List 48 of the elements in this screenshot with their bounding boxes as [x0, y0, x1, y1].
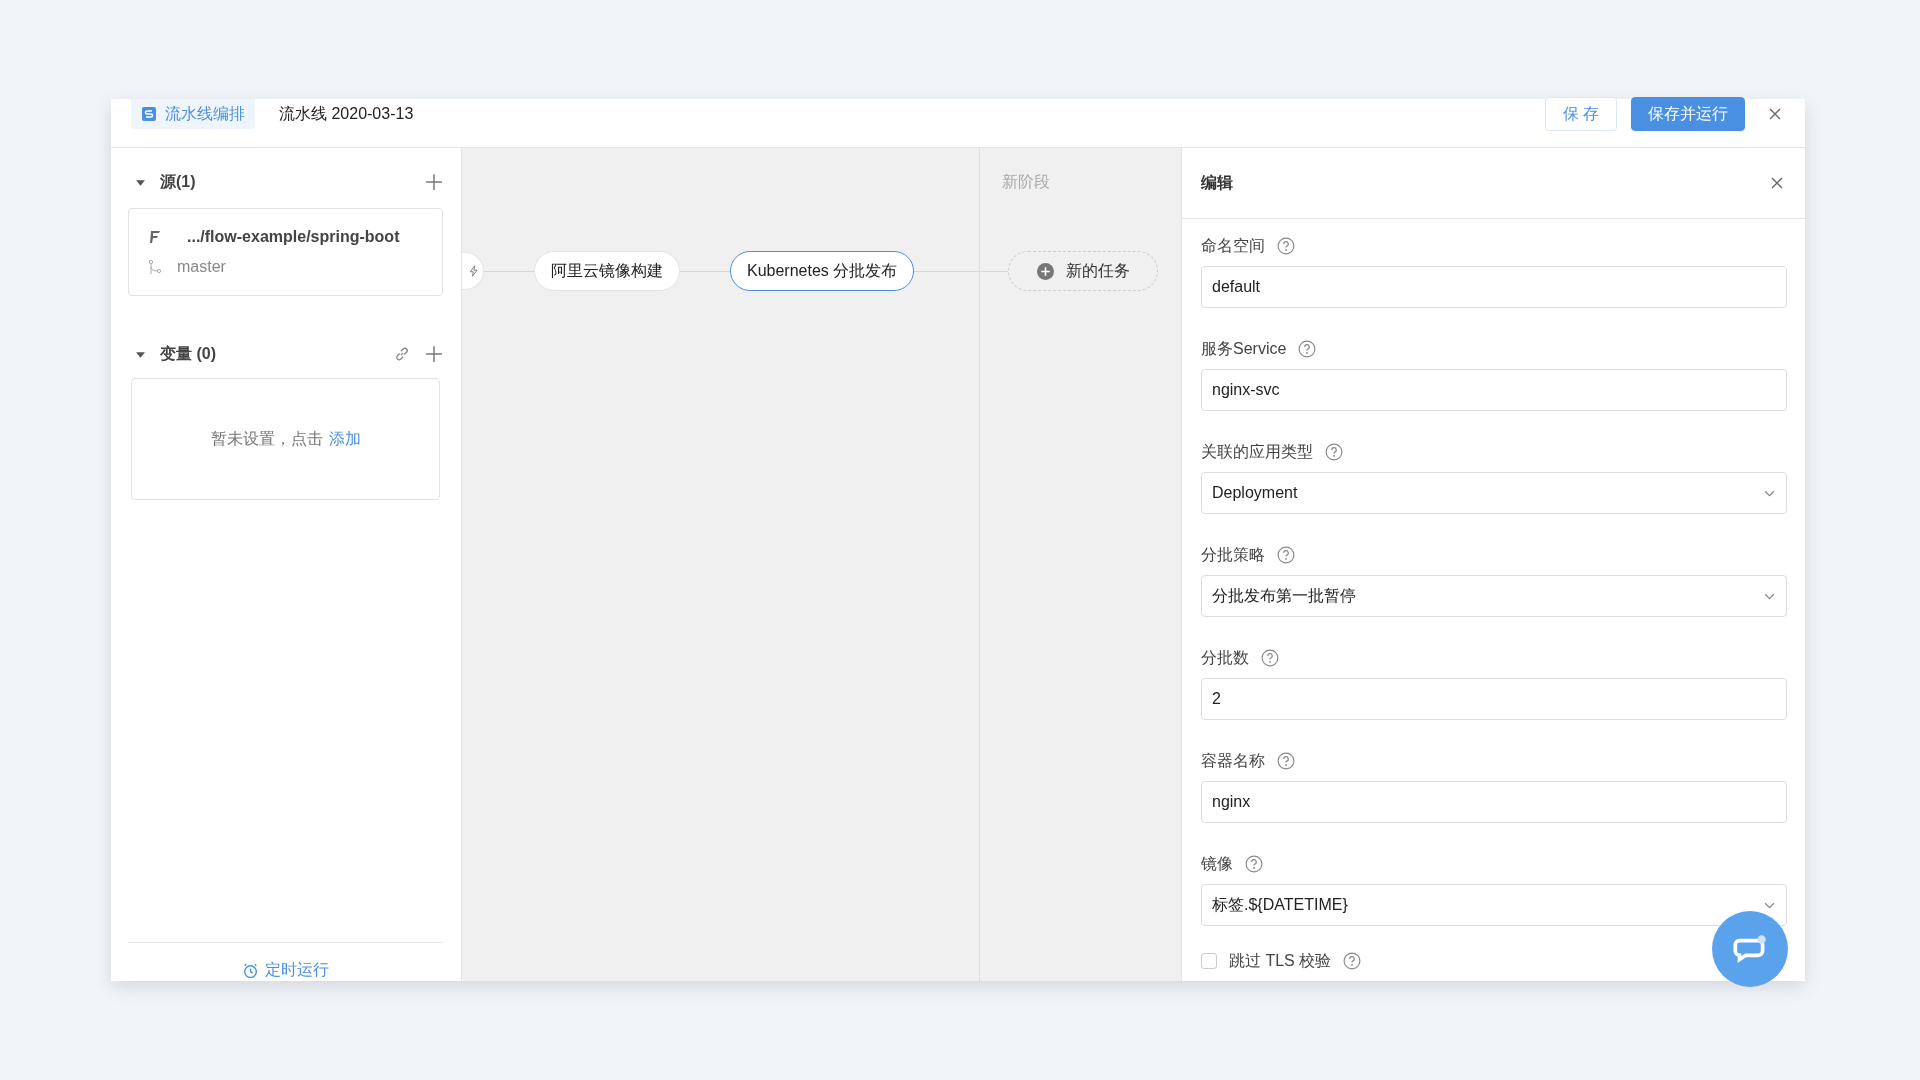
add-icon[interactable] — [425, 345, 443, 363]
section-title: 源(1) — [160, 171, 196, 192]
lightning-icon — [468, 264, 480, 278]
field-label: 服务Service — [1201, 338, 1287, 359]
select-field[interactable]: 分批发布第一批暂停 — [1201, 575, 1787, 617]
input-field[interactable]: nginx — [1201, 781, 1787, 823]
close-icon[interactable] — [1767, 106, 1783, 122]
help-icon[interactable] — [1277, 237, 1295, 255]
help-icon[interactable] — [1245, 855, 1263, 873]
help-icon[interactable] — [1277, 546, 1295, 564]
field-label: 关联的应用类型 — [1201, 441, 1313, 462]
help-icon[interactable] — [1343, 952, 1362, 970]
add-icon[interactable] — [425, 173, 443, 191]
branch-name: master — [177, 258, 226, 276]
field-label: 镜像 — [1201, 853, 1233, 874]
branch-icon — [147, 259, 163, 275]
empty-message: 暂未设置，点击 — [210, 428, 323, 449]
task-node[interactable]: 阿里云镜像构建 — [534, 251, 680, 291]
field-label: 命名空间 — [1201, 235, 1265, 256]
help-icon[interactable] — [1325, 443, 1343, 461]
field-label: 容器名称 — [1201, 750, 1265, 771]
new-task-button[interactable]: 新的任务 — [1008, 251, 1158, 291]
input-field[interactable]: nginx-svc — [1201, 369, 1787, 411]
help-icon[interactable] — [1298, 340, 1317, 358]
task-node[interactable]: Kubernetes 分批发布 — [730, 251, 915, 291]
stage-title: 新阶段 — [1002, 172, 1051, 192]
section-title: 变量 (0) — [160, 343, 216, 364]
source-card[interactable]: .../flow-example/spring-boot master — [128, 208, 443, 296]
source-path: .../flow-example/spring-boot — [187, 228, 400, 246]
help-icon[interactable] — [1277, 752, 1295, 770]
add-icon — [1036, 262, 1054, 280]
field-label: 分批策略 — [1201, 544, 1265, 565]
input-field[interactable]: default — [1201, 266, 1787, 308]
field-label: 跳过 TLS 校验 — [1229, 950, 1332, 971]
task-node[interactable] — [462, 252, 484, 290]
alarm-clock-icon — [242, 962, 259, 979]
select-field[interactable]: 标签.${DATETIME} — [1201, 884, 1787, 926]
input-field[interactable]: 2 — [1201, 678, 1787, 720]
pipeline-icon — [141, 106, 157, 122]
field-label: 分批数 — [1201, 647, 1249, 668]
checkbox[interactable] — [1201, 953, 1217, 969]
close-icon[interactable] — [1769, 175, 1785, 191]
link-icon[interactable] — [393, 345, 411, 363]
select-field[interactable]: Deployment — [1201, 472, 1787, 514]
repo-icon — [147, 229, 163, 245]
help-icon[interactable] — [1261, 649, 1279, 667]
pipeline-title: 流水线 2020-03-13 — [279, 104, 414, 124]
panel-title: 编辑 — [1201, 172, 1233, 193]
